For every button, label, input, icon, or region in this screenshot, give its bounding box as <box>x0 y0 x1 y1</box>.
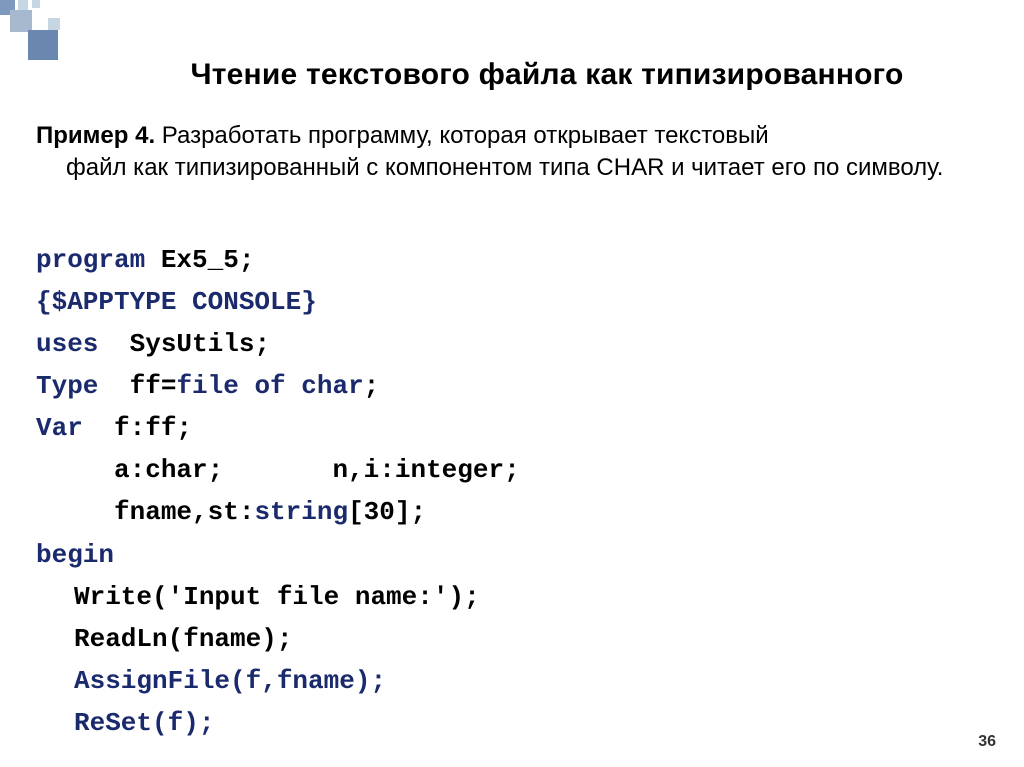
code-line-1: program Ex5_5; <box>36 239 988 281</box>
description-first-line: Разработать программу, которая открывает… <box>155 122 769 149</box>
code-line-12: ReSet(f); <box>36 702 988 744</box>
code-line-3: uses SysUtils; <box>36 323 988 365</box>
code-line-9: Write('Input file name:'); <box>36 576 988 618</box>
page-number: 36 <box>978 733 996 751</box>
content-area: Пример 4. Разработать программу, которая… <box>0 92 1024 744</box>
code-line-8: begin <box>36 534 988 576</box>
corner-decoration <box>0 0 80 60</box>
description-rest: файл как типизированный с компонентом ти… <box>36 152 988 184</box>
code-line-2: {$APPTYPE CONSOLE} <box>36 281 988 323</box>
slide-title: Чтение текстового файла как типизированн… <box>0 0 1024 92</box>
example-label: Пример 4. <box>36 122 155 149</box>
code-line-5: Var f:ff; <box>36 407 988 449</box>
code-line-6: a:char; n,i:integer; <box>36 449 988 491</box>
code-line-7: fname,st:string[30]; <box>36 491 988 533</box>
code-line-10: ReadLn(fname); <box>36 618 988 660</box>
code-line-11: AssignFile(f,fname); <box>36 660 988 702</box>
code-block: program Ex5_5; {$APPTYPE CONSOLE} uses S… <box>36 239 988 744</box>
example-description: Пример 4. Разработать программу, которая… <box>36 120 988 185</box>
code-line-4: Type ff=file of char; <box>36 365 988 407</box>
